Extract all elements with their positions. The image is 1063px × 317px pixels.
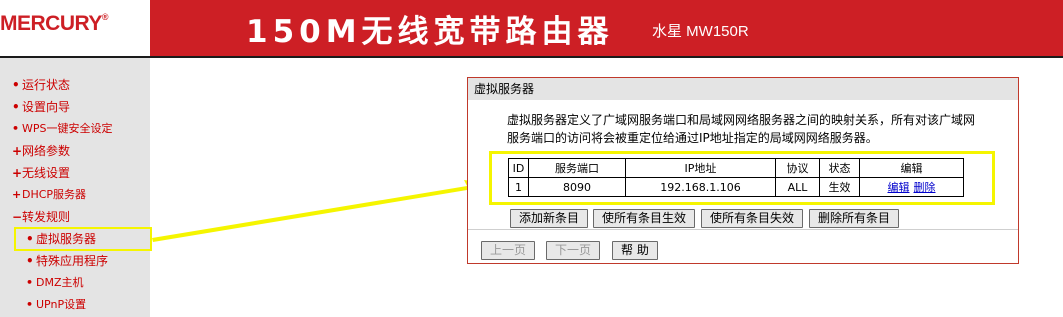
header-banner: MERCURY® 150M无线宽带路由器 水星 MW150R: [0, 0, 1063, 56]
cell-edit: 编辑 删除: [859, 177, 964, 197]
sidebar-item-forwarding[interactable]: −转发规则: [12, 207, 70, 227]
registered-mark: ®: [101, 12, 109, 22]
enable-all-button[interactable]: 使所有条目生效: [593, 209, 696, 228]
disable-all-button[interactable]: 使所有条目失效: [701, 209, 804, 228]
collapse-icon: −: [12, 210, 23, 224]
sidebar-item-label: WPS一键安全设定: [22, 122, 113, 135]
bullet-icon: •: [26, 298, 34, 311]
sidebar-item-dhcp[interactable]: +DHCP服务器: [12, 185, 86, 205]
product-title: 150M无线宽带路由器: [246, 14, 614, 50]
mercury-logo: MERCURY®: [0, 12, 109, 36]
cell-id: 1: [508, 177, 529, 197]
prev-page-button[interactable]: 上一页: [481, 241, 536, 260]
col-protocol: 协议: [775, 158, 820, 178]
panel-divider: [468, 229, 1018, 230]
table-header-row: ID 服务端口 IP地址 协议 状态 编辑: [508, 158, 964, 178]
product-model: 水星 MW150R: [652, 23, 749, 40]
bullet-icon: •: [12, 78, 20, 92]
logo-area: MERCURY®: [0, 0, 150, 56]
description-line: 服务端口的访问将会被重定位给通过IP地址指定的局域网网络服务器。: [507, 131, 878, 145]
selection-highlight: [14, 227, 152, 251]
expand-icon: +: [12, 166, 23, 180]
col-status: 状态: [819, 158, 860, 178]
header-divider: [0, 56, 1063, 58]
sidebar-item-label: 特殊应用程序: [36, 254, 109, 268]
virtual-server-table: ID 服务端口 IP地址 协议 状态 编辑 1 8090 192.168.1.1…: [508, 158, 964, 197]
help-button[interactable]: 帮 助: [612, 241, 658, 260]
table-row: 1 8090 192.168.1.106 ALL 生效 编辑 删除: [508, 177, 964, 197]
delete-link[interactable]: 删除: [914, 181, 936, 194]
col-edit: 编辑: [859, 158, 964, 178]
sidebar-item-run-status[interactable]: • 运行状态: [12, 75, 70, 95]
logo-text: MERCURY: [0, 12, 102, 35]
sidebar-menu: • 运行状态 • 设置向导 • WPS一键安全设定 +网络参数 +无线设置 +DHCP…: [0, 58, 150, 317]
sidebar-item-wireless[interactable]: +无线设置: [12, 163, 70, 183]
edit-link[interactable]: 编辑: [888, 181, 910, 194]
bullet-icon: •: [26, 254, 34, 268]
description-line: 虚拟服务器定义了广域网服务端口和局域网网络服务器之间的映射关系，所有对该广域网: [507, 113, 976, 127]
panel-title: 虚拟服务器: [468, 78, 1018, 100]
sidebar-item-label: DHCP服务器: [22, 188, 87, 201]
sidebar-item-setup-wizard[interactable]: • 设置向导: [12, 97, 70, 117]
sidebar-item-label: 运行状态: [22, 78, 71, 92]
bullet-icon: •: [12, 100, 20, 114]
sidebar-item-wps[interactable]: • WPS一键安全设定: [12, 119, 113, 139]
sidebar-item-label: 网络参数: [22, 144, 71, 158]
col-id: ID: [508, 158, 529, 178]
col-ip: IP地址: [625, 158, 776, 178]
sidebar-item-label: DMZ主机: [36, 276, 84, 289]
cell-ip: 192.168.1.106: [625, 177, 776, 197]
cell-protocol: ALL: [775, 177, 820, 197]
bullet-icon: •: [12, 122, 20, 135]
sidebar-item-network[interactable]: +网络参数: [12, 141, 70, 161]
bullet-icon: •: [26, 276, 34, 289]
sidebar-item-upnp[interactable]: • UPnP设置: [26, 295, 86, 315]
sidebar-item-label: 转发规则: [22, 210, 71, 224]
expand-icon: +: [12, 188, 22, 201]
col-port: 服务端口: [528, 158, 626, 178]
virtual-server-panel: 虚拟服务器 虚拟服务器定义了广域网服务端口和局域网网络服务器之间的映射关系，所有…: [467, 77, 1019, 264]
sidebar-item-label: UPnP设置: [36, 298, 87, 311]
expand-icon: +: [12, 144, 23, 158]
panel-description: 虚拟服务器定义了广域网服务端口和局域网网络服务器之间的映射关系，所有对该广域网 …: [507, 111, 987, 147]
add-entry-button[interactable]: 添加新条目: [510, 209, 589, 228]
sidebar-item-dmz[interactable]: • DMZ主机: [26, 273, 84, 293]
sidebar-item-special-apps[interactable]: • 特殊应用程序: [26, 251, 108, 271]
delete-all-button[interactable]: 删除所有条目: [809, 209, 900, 228]
sidebar-item-label: 设置向导: [22, 100, 71, 114]
cell-port: 8090: [528, 177, 626, 197]
cell-status: 生效: [819, 177, 860, 197]
next-page-button[interactable]: 下一页: [546, 241, 601, 260]
sidebar-item-label: 无线设置: [22, 166, 71, 180]
